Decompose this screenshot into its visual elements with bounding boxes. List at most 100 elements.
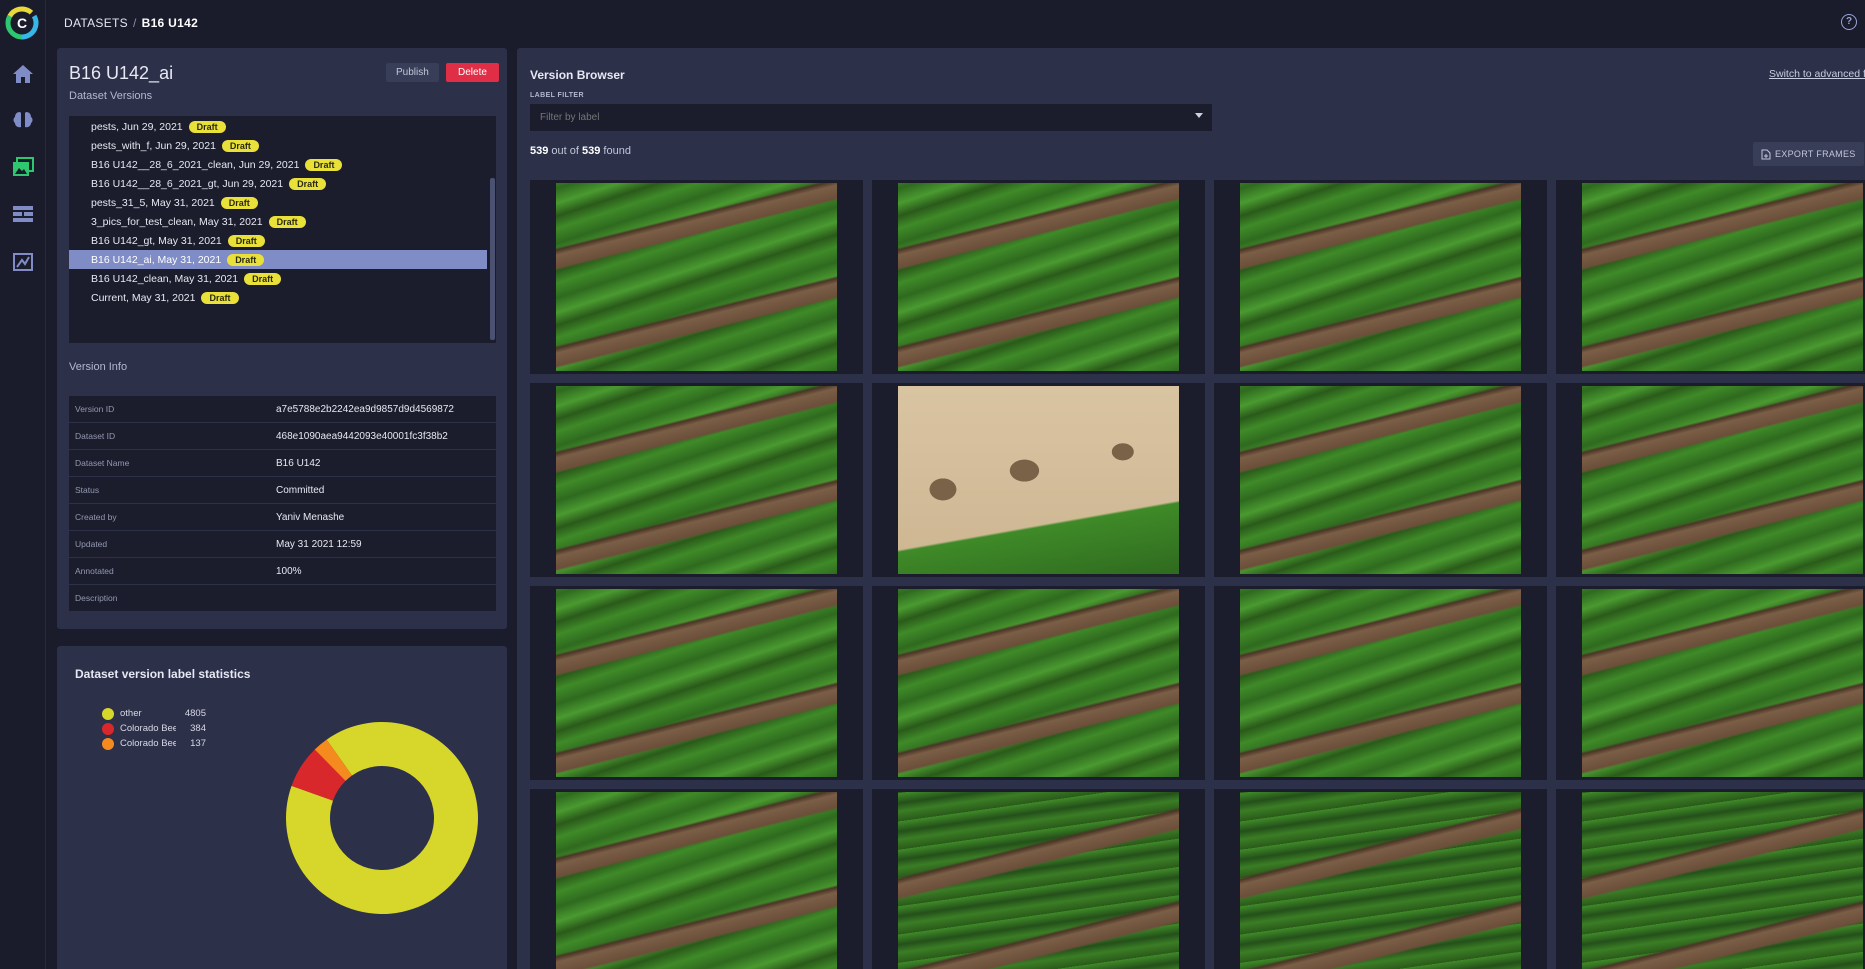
- frame-tile[interactable]: [1556, 586, 1865, 780]
- frame-image: [1240, 589, 1521, 777]
- annotation-icon[interactable]: [8, 247, 38, 277]
- version-item[interactable]: B16 U142_clean, May 31, 2021 Draft: [69, 269, 487, 288]
- legend-value: 384: [190, 723, 206, 734]
- draft-badge: Draft: [201, 291, 239, 304]
- info-value: B16 U142: [276, 457, 321, 469]
- label-statistics-title: Dataset version label statistics: [75, 667, 251, 681]
- info-row: Dataset ID 468e1090aea9442093e40001fc3f38…: [69, 423, 496, 450]
- breadcrumb-current: B16 U142: [141, 16, 199, 30]
- file-export-icon: [1761, 149, 1771, 159]
- frame-image: [898, 183, 1179, 371]
- label-filter-label: LABEL FILTER: [530, 92, 584, 99]
- version-item[interactable]: B16 U142_gt, May 31, 2021 Draft: [69, 231, 487, 250]
- legend-swatch: [102, 722, 114, 735]
- version-item[interactable]: B16 U142_ai, May 31, 2021 Draft: [69, 250, 487, 269]
- found-count-suffix: found: [600, 145, 631, 157]
- frame-tile[interactable]: [530, 383, 863, 577]
- found-count-value: 539: [530, 145, 549, 157]
- draft-badge: Draft: [220, 196, 258, 209]
- legend-item[interactable]: Colorado Bee 384: [102, 721, 206, 736]
- datasets-icon[interactable]: [8, 152, 38, 182]
- frame-image: [556, 792, 837, 969]
- draft-badge: Draft: [227, 253, 265, 266]
- info-row: Version ID a7e5788e2b2242ea9d9857d9d45698…: [69, 396, 496, 423]
- version-list-scrollbar[interactable]: [490, 178, 495, 340]
- frame-tile[interactable]: [872, 180, 1205, 374]
- dataset-versions-heading: Dataset Versions: [69, 90, 153, 102]
- version-item[interactable]: Current, May 31, 2021 Draft: [69, 288, 487, 307]
- help-icon[interactable]: ?: [1841, 14, 1857, 30]
- found-count-total: 539: [582, 145, 601, 157]
- legend-value: 137: [190, 738, 206, 749]
- frame-tile[interactable]: [1556, 383, 1865, 577]
- frame-tile[interactable]: [1214, 180, 1547, 374]
- label-statistics-panel: Dataset version label statistics other 48…: [57, 646, 507, 969]
- draft-badge: Draft: [227, 234, 265, 247]
- version-item[interactable]: B16 U142__28_6_2021_clean, Jun 29, 2021 D…: [69, 155, 487, 174]
- breadcrumb: DATASETS / B16 U142: [64, 16, 198, 30]
- info-row: Dataset Name B16 U142: [69, 450, 496, 477]
- brain-icon[interactable]: [8, 105, 38, 135]
- version-item[interactable]: pests_31_5, May 31, 2021 Draft: [69, 193, 487, 212]
- draft-badge: Draft: [289, 177, 327, 190]
- frame-tile[interactable]: [872, 789, 1205, 969]
- clearml-logo-icon[interactable]: C: [5, 6, 39, 40]
- version-item-label: B16 U142__28_6_2021_gt, Jun 29, 2021: [91, 177, 284, 190]
- info-row: Description: [69, 585, 496, 612]
- info-row: Updated May 31 2021 12:59: [69, 531, 496, 558]
- version-item-label: B16 U142_clean, May 31, 2021: [91, 272, 239, 285]
- legend-item[interactable]: Colorado Bee 137: [102, 736, 206, 751]
- info-row: Status Committed: [69, 477, 496, 504]
- frame-tile[interactable]: [872, 383, 1205, 577]
- version-browser-panel: Version Browser Switch to advanced f LAB…: [517, 48, 1865, 969]
- nav-rail: C: [0, 0, 46, 969]
- version-item-label: Current, May 31, 2021: [91, 291, 196, 304]
- version-item-label: pests, Jun 29, 2021: [91, 120, 183, 133]
- home-icon[interactable]: [8, 59, 38, 89]
- frame-image: [1240, 792, 1521, 969]
- info-value: May 31 2021 12:59: [276, 538, 362, 550]
- version-item-label: pests_with_f, Jun 29, 2021: [91, 139, 216, 152]
- label-donut-chart: [286, 722, 478, 914]
- info-key: Description: [75, 593, 118, 603]
- export-frames-button[interactable]: EXPORT FRAMES: [1753, 142, 1864, 166]
- breadcrumb-separator: /: [132, 16, 137, 30]
- draft-badge: Draft: [188, 120, 226, 133]
- frame-image: [556, 386, 837, 574]
- breadcrumb-datasets-link[interactable]: DATASETS: [64, 16, 128, 30]
- frame-tile[interactable]: [1556, 789, 1865, 969]
- frame-tile[interactable]: [530, 586, 863, 780]
- frame-image: [898, 589, 1179, 777]
- frame-tile[interactable]: [1214, 586, 1547, 780]
- frame-tile[interactable]: [530, 789, 863, 969]
- switch-to-advanced-link[interactable]: Switch to advanced f: [1769, 68, 1865, 80]
- version-item-label: B16 U142_gt, May 31, 2021: [91, 234, 222, 247]
- draft-badge: Draft: [268, 215, 306, 228]
- legend-label: other: [120, 708, 142, 719]
- version-item[interactable]: pests_with_f, Jun 29, 2021 Draft: [69, 136, 487, 155]
- found-count-mid: out of: [548, 145, 582, 157]
- frame-tile[interactable]: [1214, 383, 1547, 577]
- version-info-table: Version ID a7e5788e2b2242ea9d9857d9d45698…: [69, 396, 496, 612]
- frame-tile[interactable]: [1556, 180, 1865, 374]
- chevron-down-icon[interactable]: [1195, 113, 1203, 118]
- version-item-label: B16 U142_ai, May 31, 2021: [91, 253, 222, 266]
- legend-value: 4805: [184, 708, 206, 719]
- frame-image: [1582, 792, 1863, 969]
- legend-item[interactable]: other 4805: [102, 706, 206, 721]
- info-value: a7e5788e2b2242ea9d9857d9d4569872: [276, 403, 454, 415]
- frame-tile[interactable]: [872, 586, 1205, 780]
- delete-button[interactable]: Delete: [446, 63, 499, 82]
- dataset-title: B16 U142_ai: [69, 63, 174, 83]
- version-item[interactable]: B16 U142__28_6_2021_gt, Jun 29, 2021 Draf…: [69, 174, 487, 193]
- found-count: 539 out of 539 found: [530, 145, 631, 157]
- frame-tile[interactable]: [1214, 789, 1547, 969]
- version-item[interactable]: pests, Jun 29, 2021 Draft: [69, 117, 487, 136]
- publish-button[interactable]: Publish: [386, 63, 439, 82]
- version-list[interactable]: pests, Jun 29, 2021 Draft pests_with_f, Ju…: [69, 116, 496, 343]
- version-item[interactable]: 3_pics_for_test_clean, May 31, 2021 Draft: [69, 212, 487, 231]
- frame-tile[interactable]: [530, 180, 863, 374]
- pipelines-icon[interactable]: [8, 199, 38, 229]
- info-key: Dataset ID: [75, 431, 116, 441]
- label-filter-input[interactable]: [530, 104, 1212, 131]
